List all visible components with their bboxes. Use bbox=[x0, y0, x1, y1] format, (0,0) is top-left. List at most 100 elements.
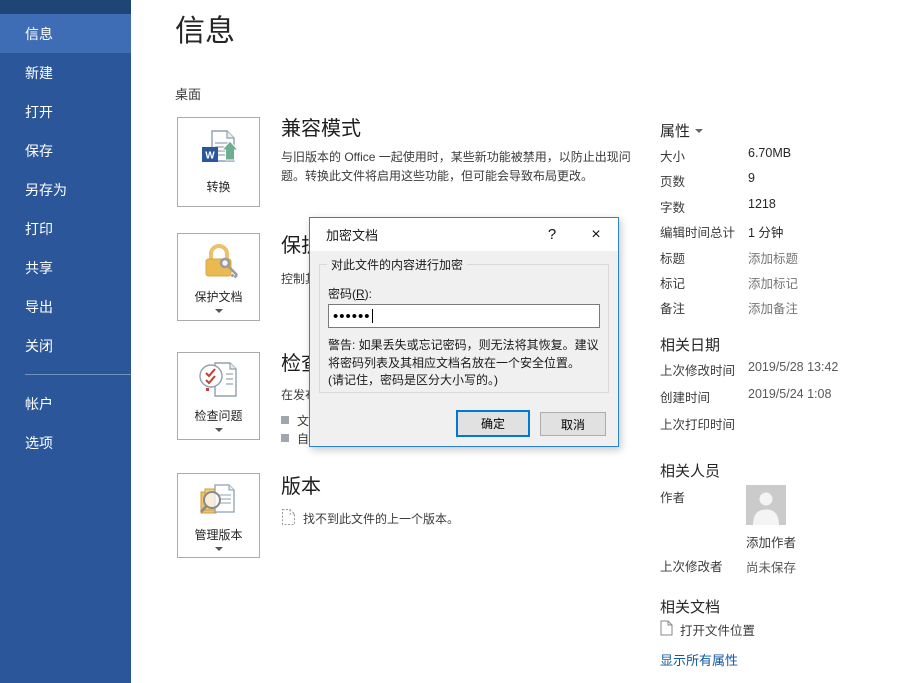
sidebar-item-print[interactable]: 打印 bbox=[0, 209, 131, 248]
sidebar-item-label: 共享 bbox=[25, 258, 53, 278]
property-label: 字数 bbox=[660, 197, 748, 222]
sidebar-item-info[interactable]: 信息 bbox=[0, 14, 131, 53]
groupbox-legend: 对此文件的内容进行加密 bbox=[327, 256, 467, 273]
warning-line-2: (请记住，密码是区分大小写的。) bbox=[328, 372, 602, 390]
dashed-document-icon bbox=[281, 508, 296, 529]
ok-button[interactable]: 确定 bbox=[456, 410, 530, 437]
inspect-bullet-text: 自 bbox=[297, 430, 309, 447]
related-people-title-label: 相关人员 bbox=[660, 460, 720, 481]
dropdown-caret-icon bbox=[215, 428, 223, 432]
sidebar-top-strip bbox=[0, 0, 131, 14]
sidebar-item-save-as[interactable]: 另存为 bbox=[0, 170, 131, 209]
protect-document-button[interactable]: 保护文档 bbox=[177, 233, 260, 321]
sidebar-item-label: 信息 bbox=[25, 24, 53, 44]
date-label: 创建时间 bbox=[660, 387, 748, 414]
sidebar-item-label: 打印 bbox=[25, 219, 53, 239]
help-icon[interactable]: ? bbox=[530, 218, 574, 251]
lock-key-icon bbox=[197, 241, 241, 286]
dropdown-caret-icon bbox=[695, 129, 703, 133]
sidebar-item-label: 打开 bbox=[25, 102, 53, 122]
sidebar-item-save[interactable]: 保存 bbox=[0, 131, 131, 170]
manage-versions-button[interactable]: 管理版本 bbox=[177, 473, 260, 558]
property-label: 编辑时间总计 bbox=[660, 222, 748, 247]
property-label: 页数 bbox=[660, 171, 748, 196]
sidebar-item-export[interactable]: 导出 bbox=[0, 287, 131, 326]
compatibility-section: 兼容模式 与旧版本的 Office 一起使用时，某些新功能被禁用，以防止出现问题… bbox=[281, 112, 637, 186]
related-documents-title: 相关文档 bbox=[660, 596, 720, 617]
property-label: 标题 bbox=[660, 248, 748, 273]
properties-dropdown[interactable]: 属性 bbox=[660, 120, 703, 141]
date-label: 上次打印时间 bbox=[660, 414, 748, 441]
password-input[interactable]: •••••• bbox=[328, 304, 600, 328]
sidebar-item-open[interactable]: 打开 bbox=[0, 92, 131, 131]
add-author-field[interactable]: 添加作者 bbox=[746, 532, 796, 551]
sidebar-item-label: 新建 bbox=[25, 63, 53, 83]
sidebar-item-options[interactable]: 选项 bbox=[0, 423, 131, 462]
page-title: 信息 bbox=[175, 6, 235, 50]
backstage-view: 信息 新建 打开 保存 另存为 打印 共享 导出 关闭 帐户 选项 信息 桌面 … bbox=[0, 0, 921, 683]
sidebar-item-close[interactable]: 关闭 bbox=[0, 326, 131, 365]
properties-title: 属性 bbox=[660, 120, 690, 141]
bullet-square-icon bbox=[281, 434, 289, 442]
versions-section: 版本 找不到此文件的上一个版本。 bbox=[281, 470, 637, 529]
dialog-titlebar[interactable]: 加密文档 ? × bbox=[310, 218, 618, 251]
add-title-field[interactable]: 添加标题 bbox=[748, 248, 798, 273]
property-label: 备注 bbox=[660, 298, 748, 323]
properties-table: 大小 6.70MB 页数 9 字数 1218 编辑时间总计 1 分钟 标题 添加… bbox=[660, 146, 798, 324]
last-modified-value: 2019/5/28 13:42 bbox=[748, 360, 838, 387]
sidebar-item-label: 帐户 bbox=[25, 394, 53, 414]
property-value-edit-time: 1 分钟 bbox=[748, 222, 798, 247]
related-dates-title: 相关日期 bbox=[660, 334, 720, 355]
password-warning: 警告: 如果丢失或忘记密码，则无法将其恢复。建议将密码列表及其相应文档名放在一个… bbox=[328, 337, 602, 390]
cancel-button[interactable]: 取消 bbox=[540, 412, 606, 436]
date-label: 上次修改时间 bbox=[660, 360, 748, 387]
last-modified-by-value: 尚未保存 bbox=[746, 557, 796, 576]
open-file-location-label: 打开文件位置 bbox=[680, 620, 755, 639]
svg-text:W: W bbox=[205, 151, 215, 162]
avatar bbox=[746, 485, 786, 525]
property-value-size: 6.70MB bbox=[748, 146, 798, 171]
warning-line-1: 警告: 如果丢失或忘记密码，则无法将其恢复。建议将密码列表及其相应文档名放在一个… bbox=[328, 337, 602, 372]
property-value-words: 1218 bbox=[748, 197, 798, 222]
dropdown-caret-icon bbox=[215, 309, 223, 313]
password-label-suffix: ): bbox=[365, 287, 372, 301]
sidebar-item-label: 保存 bbox=[25, 141, 53, 161]
manage-versions-button-label: 管理版本 bbox=[194, 526, 242, 543]
show-all-properties-link[interactable]: 显示所有属性 bbox=[660, 650, 738, 669]
sidebar-item-new[interactable]: 新建 bbox=[0, 53, 131, 92]
last-modified-by-label: 上次修改者 bbox=[660, 556, 723, 575]
author-label: 作者 bbox=[660, 487, 685, 506]
add-tag-field[interactable]: 添加标记 bbox=[748, 273, 798, 298]
related-documents-title-label: 相关文档 bbox=[660, 596, 720, 617]
password-access-key: R bbox=[356, 287, 365, 301]
property-label: 标记 bbox=[660, 273, 748, 298]
dialog-title: 加密文档 bbox=[310, 225, 530, 244]
check-issues-button[interactable]: 检查问题 bbox=[177, 352, 260, 440]
versions-body: 找不到此文件的上一个版本。 bbox=[303, 510, 459, 527]
related-dates-title-label: 相关日期 bbox=[660, 334, 720, 355]
versions-stack-icon bbox=[197, 481, 241, 524]
text-caret bbox=[372, 309, 373, 323]
sidebar-item-label: 选项 bbox=[25, 433, 53, 453]
password-label: 密码(R): bbox=[328, 285, 372, 302]
document-outline-icon bbox=[660, 620, 673, 639]
sidebar-divider bbox=[25, 374, 131, 375]
dropdown-caret-icon bbox=[215, 547, 223, 551]
related-dates-table: 上次修改时间 2019/5/28 13:42 创建时间 2019/5/24 1:… bbox=[660, 360, 838, 441]
check-issues-button-label: 检查问题 bbox=[194, 407, 242, 424]
encrypt-document-dialog: 加密文档 ? × 对此文件的内容进行加密 密码(R): •••••• 警告: 如… bbox=[309, 217, 619, 447]
convert-button[interactable]: W 转换 bbox=[177, 117, 260, 207]
sidebar-item-label: 导出 bbox=[25, 297, 53, 317]
sidebar-item-account[interactable]: 帐户 bbox=[0, 384, 131, 423]
compatibility-title: 兼容模式 bbox=[281, 112, 637, 141]
protect-document-button-label: 保护文档 bbox=[194, 288, 242, 305]
property-label: 大小 bbox=[660, 146, 748, 171]
password-dots: •••••• bbox=[333, 309, 371, 324]
sidebar-item-share[interactable]: 共享 bbox=[0, 248, 131, 287]
add-comments-field[interactable]: 添加备注 bbox=[748, 298, 798, 323]
close-icon[interactable]: × bbox=[574, 218, 618, 251]
bullet-square-icon bbox=[281, 416, 289, 424]
word-convert-icon: W bbox=[197, 129, 241, 176]
password-label-prefix: 密码( bbox=[328, 287, 356, 301]
open-file-location-link[interactable]: 打开文件位置 bbox=[660, 620, 755, 639]
